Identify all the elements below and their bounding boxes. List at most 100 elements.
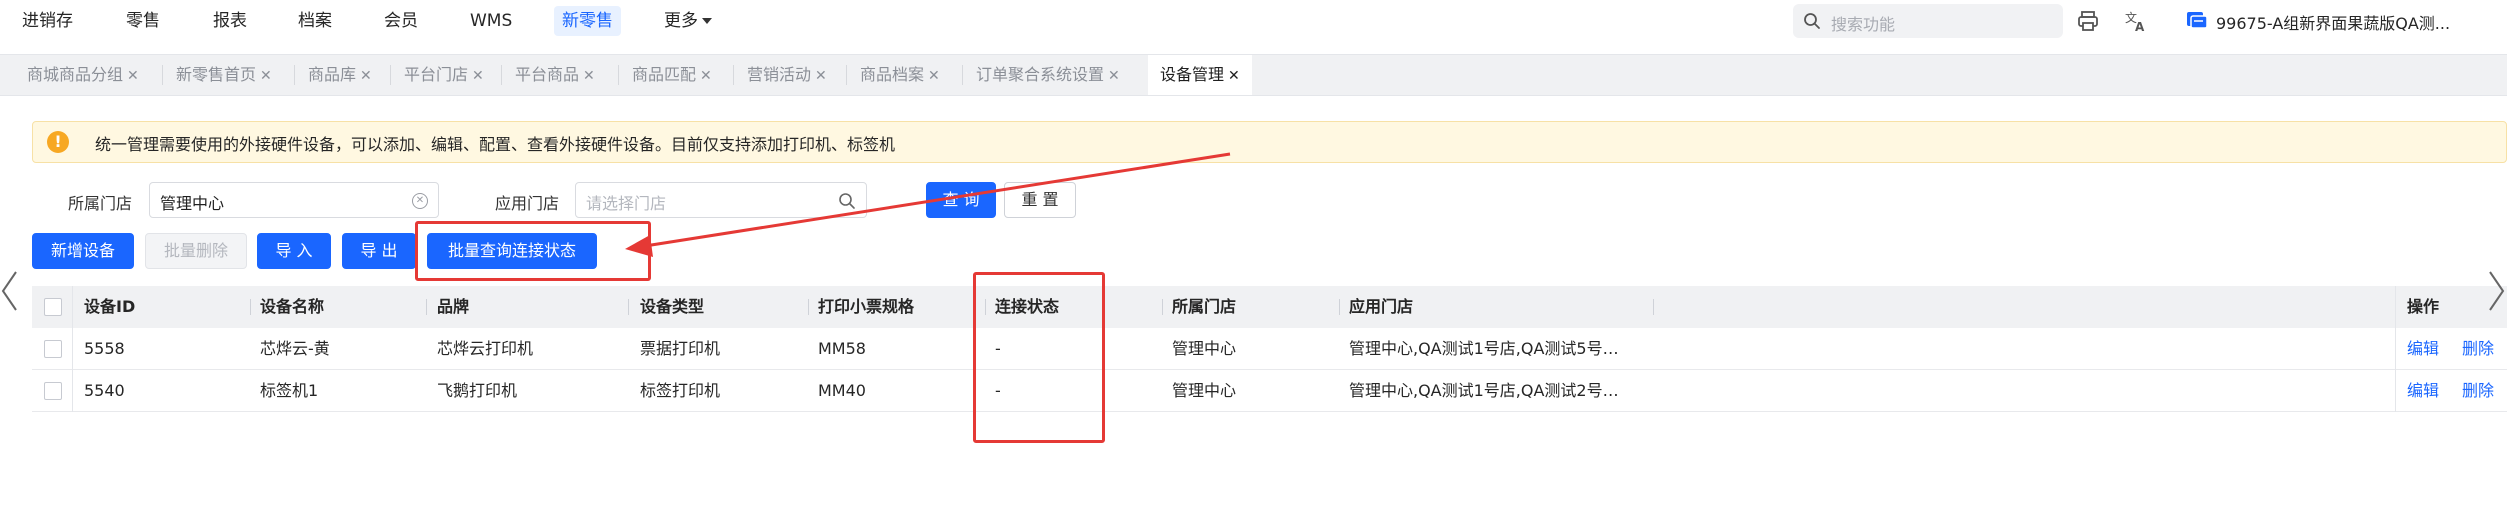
close-icon[interactable]: ✕ xyxy=(928,68,940,84)
cell-device-type: 标签打印机 xyxy=(640,381,721,400)
edit-link[interactable]: 编辑 xyxy=(2407,328,2439,370)
close-icon[interactable]: ✕ xyxy=(815,68,827,84)
nav-item-more[interactable]: 更多 xyxy=(656,6,720,36)
cell-receipt-spec: MM40 xyxy=(818,381,866,400)
tab-goods-archive[interactable]: 商品档案 ✕ xyxy=(860,55,940,95)
nav-item-wms[interactable]: WMS xyxy=(462,6,520,36)
column-divider xyxy=(426,299,427,315)
nav-item-retail[interactable]: 零售 xyxy=(118,6,168,36)
column-header-actions: 操作 xyxy=(2407,297,2440,316)
tab-platform-goods[interactable]: 平台商品 ✕ xyxy=(515,55,595,95)
row-checkbox[interactable] xyxy=(44,382,62,400)
applied-store-filter-label: 应用门店 xyxy=(495,194,560,213)
close-icon[interactable]: ✕ xyxy=(472,68,484,84)
scroll-right-icon[interactable] xyxy=(2488,268,2506,314)
nav-more-label: 更多 xyxy=(664,11,698,31)
top-nav: 进销存 零售 报表 档案 会员 WMS 新零售 更多 搜索功能 文 A 9967… xyxy=(0,0,2507,42)
import-button[interactable]: 导 入 xyxy=(257,233,331,269)
banner-text: 统一管理需要使用的外接硬件设备，可以添加、编辑、配置、查看外接硬件设备。目前仅支… xyxy=(95,135,896,154)
column-divider xyxy=(2395,328,2396,370)
translate-icon[interactable]: 文 A xyxy=(2124,9,2148,33)
tab-divider xyxy=(846,65,847,85)
close-icon[interactable]: ✕ xyxy=(700,68,712,84)
tab-goods-library[interactable]: 商品库 ✕ xyxy=(308,55,372,95)
column-divider xyxy=(628,299,629,315)
nav-item-new-retail[interactable]: 新零售 xyxy=(554,6,621,36)
tab-label: 营销活动 xyxy=(747,65,812,84)
column-header-brand: 品牌 xyxy=(437,297,470,316)
delete-link[interactable]: 删除 xyxy=(2462,370,2494,412)
tab-divider xyxy=(390,65,391,85)
edit-link[interactable]: 编辑 xyxy=(2407,370,2439,412)
account-icon xyxy=(2187,12,2208,29)
tab-label: 平台门店 xyxy=(404,65,469,84)
column-divider xyxy=(72,328,73,370)
reset-button[interactable]: 重 置 xyxy=(1004,182,1076,218)
applied-store-placeholder: 请选择门店 xyxy=(586,194,667,213)
table-row: 5558 芯烨云-黄 芯烨云打印机 票据打印机 MM58 - 管理中心 管理中心… xyxy=(32,328,2507,370)
applied-store-select[interactable]: 请选择门店 xyxy=(575,182,867,218)
feature-search-input[interactable]: 搜索功能 xyxy=(1793,4,2063,38)
tab-divider xyxy=(733,65,734,85)
row-checkbox[interactable] xyxy=(44,340,62,358)
search-placeholder: 搜索功能 xyxy=(1831,15,1896,34)
cell-store: 管理中心 xyxy=(1172,339,1237,358)
tab-divider xyxy=(618,65,619,85)
column-divider xyxy=(808,299,809,315)
clear-icon[interactable]: ✕ xyxy=(412,193,428,209)
cell-brand: 飞鹅打印机 xyxy=(437,381,518,400)
warning-icon: ! xyxy=(47,131,69,153)
scroll-left-icon[interactable] xyxy=(0,268,18,314)
cell-store: 管理中心 xyxy=(1172,381,1237,400)
tab-divider xyxy=(162,65,163,85)
tab-label: 商品档案 xyxy=(860,65,925,84)
tab-goods-match[interactable]: 商品匹配 ✕ xyxy=(632,55,712,95)
close-icon[interactable]: ✕ xyxy=(360,68,372,84)
account-switcher[interactable]: 99675-A组新界面果蔬版QA测... xyxy=(2216,10,2450,34)
tab-new-retail-home[interactable]: 新零售首页 ✕ xyxy=(176,55,272,95)
tab-marketing[interactable]: 营销活动 ✕ xyxy=(747,55,827,95)
close-icon[interactable]: ✕ xyxy=(1228,68,1240,84)
printer-icon[interactable] xyxy=(2076,9,2100,33)
table-header: 设备ID 设备名称 品牌 设备类型 打印小票规格 连接状态 所属门店 应用门店 … xyxy=(32,286,2507,328)
tab-label: 设备管理 xyxy=(1160,65,1225,84)
column-header-device-name: 设备名称 xyxy=(260,297,325,316)
close-icon[interactable]: ✕ xyxy=(260,68,272,84)
tab-divider xyxy=(962,65,963,85)
tab-label: 平台商品 xyxy=(515,65,580,84)
tab-platform-store[interactable]: 平台门店 ✕ xyxy=(404,55,484,95)
tab-divider xyxy=(501,65,502,85)
nav-item-inventory[interactable]: 进销存 xyxy=(14,6,81,36)
tab-device-management[interactable]: 设备管理 ✕ xyxy=(1148,55,1252,95)
select-all-checkbox[interactable] xyxy=(44,298,62,316)
delete-link[interactable]: 删除 xyxy=(2462,328,2494,370)
svg-text:A: A xyxy=(2135,20,2145,33)
column-divider xyxy=(1653,299,1654,315)
table-row: 5540 标签机1 飞鹅打印机 标签打印机 MM40 - 管理中心 管理中心,Q… xyxy=(32,370,2507,412)
close-icon[interactable]: ✕ xyxy=(1108,68,1120,84)
tab-label: 商城商品分组 xyxy=(27,65,124,84)
cell-applied-store: 管理中心,QA测试1号店,QA测试2号… xyxy=(1349,381,1619,400)
cell-applied-store: 管理中心,QA测试1号店,QA测试5号… xyxy=(1349,339,1619,358)
caret-down-icon xyxy=(702,18,712,24)
column-divider xyxy=(1339,299,1340,315)
nav-item-member[interactable]: 会员 xyxy=(376,6,426,36)
tab-order-aggregation-settings[interactable]: 订单聚合系统设置 ✕ xyxy=(976,55,1120,95)
info-banner: ! 统一管理需要使用的外接硬件设备，可以添加、编辑、配置、查看外接硬件设备。目前… xyxy=(32,121,2507,163)
batch-delete-button[interactable]: 批量删除 xyxy=(145,233,247,269)
column-divider xyxy=(1162,299,1163,315)
column-header-device-type: 设备类型 xyxy=(640,297,705,316)
tab-mall-goods-group[interactable]: 商城商品分组 ✕ xyxy=(27,55,139,95)
nav-item-reports[interactable]: 报表 xyxy=(205,6,255,36)
query-button[interactable]: 查 询 xyxy=(926,182,996,218)
nav-item-archive[interactable]: 档案 xyxy=(290,6,340,36)
search-icon xyxy=(839,193,855,209)
close-icon[interactable]: ✕ xyxy=(583,68,595,84)
store-select[interactable]: 管理中心 ✕ xyxy=(149,182,439,218)
column-header-device-id: 设备ID xyxy=(84,297,136,316)
close-icon[interactable]: ✕ xyxy=(127,68,139,84)
tab-divider xyxy=(294,65,295,85)
export-button[interactable]: 导 出 xyxy=(342,233,416,269)
column-header-store: 所属门店 xyxy=(1172,297,1237,316)
add-device-button[interactable]: 新增设备 xyxy=(32,233,134,269)
